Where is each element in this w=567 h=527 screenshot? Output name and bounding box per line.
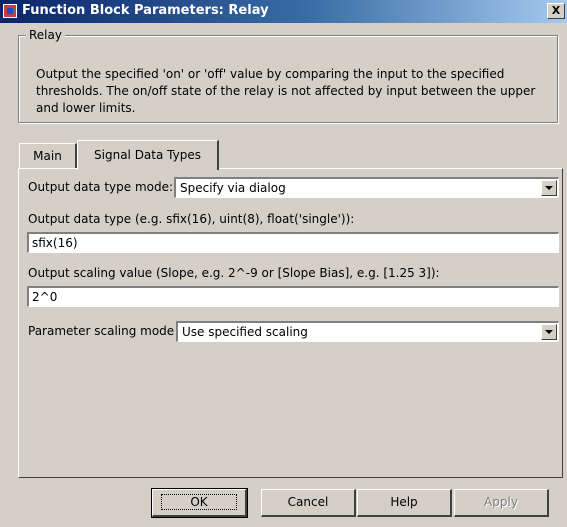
group-label: Relay	[26, 28, 65, 42]
output-mode-value: Specify via dialog	[180, 181, 286, 195]
ok-label: OK	[161, 494, 237, 510]
simulink-block-icon	[3, 4, 17, 18]
title-bar[interactable]: Function Block Parameters: Relay X	[0, 0, 567, 23]
output-type-label: Output data type (e.g. sfix(16), uint(8)…	[28, 212, 355, 226]
apply-button[interactable]: Apply	[454, 489, 549, 517]
output-mode-dropdown[interactable]: Specify via dialog	[174, 177, 559, 198]
help-button[interactable]: Help	[357, 489, 452, 517]
cancel-button[interactable]: Cancel	[261, 489, 356, 517]
output-type-field[interactable]: sfix(16)	[27, 232, 559, 253]
close-button[interactable]: X	[547, 3, 565, 19]
output-scaling-value: 2^0	[32, 290, 58, 304]
chevron-down-icon[interactable]	[541, 324, 557, 340]
output-type-value: sfix(16)	[32, 236, 78, 250]
output-mode-label: Output data type mode:	[28, 180, 174, 194]
ok-button[interactable]: OK	[151, 488, 248, 518]
param-scaling-dropdown[interactable]: Use specified scaling	[176, 321, 559, 342]
window-title: Function Block Parameters: Relay	[22, 3, 269, 18]
param-scaling-value: Use specified scaling	[182, 325, 308, 339]
tab-main[interactable]: Main	[19, 143, 77, 168]
chevron-down-icon[interactable]	[541, 180, 557, 196]
block-description: Output the specified 'on' or 'off' value…	[36, 67, 536, 115]
output-scaling-label: Output scaling value (Slope, e.g. 2^-9 o…	[28, 266, 440, 280]
param-scaling-label: Parameter scaling mode	[28, 324, 175, 338]
tab-signal-data-types[interactable]: Signal Data Types	[77, 140, 219, 170]
output-scaling-field[interactable]: 2^0	[27, 286, 559, 307]
